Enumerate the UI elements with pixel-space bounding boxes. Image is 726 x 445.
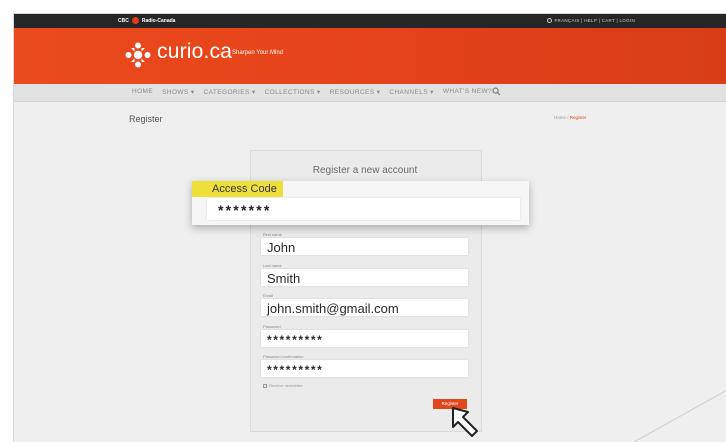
browser-frame: CBC Radio-Canada FRANÇAIS | HELP | CART … xyxy=(13,13,726,442)
decorative-corner-lines xyxy=(633,389,726,442)
